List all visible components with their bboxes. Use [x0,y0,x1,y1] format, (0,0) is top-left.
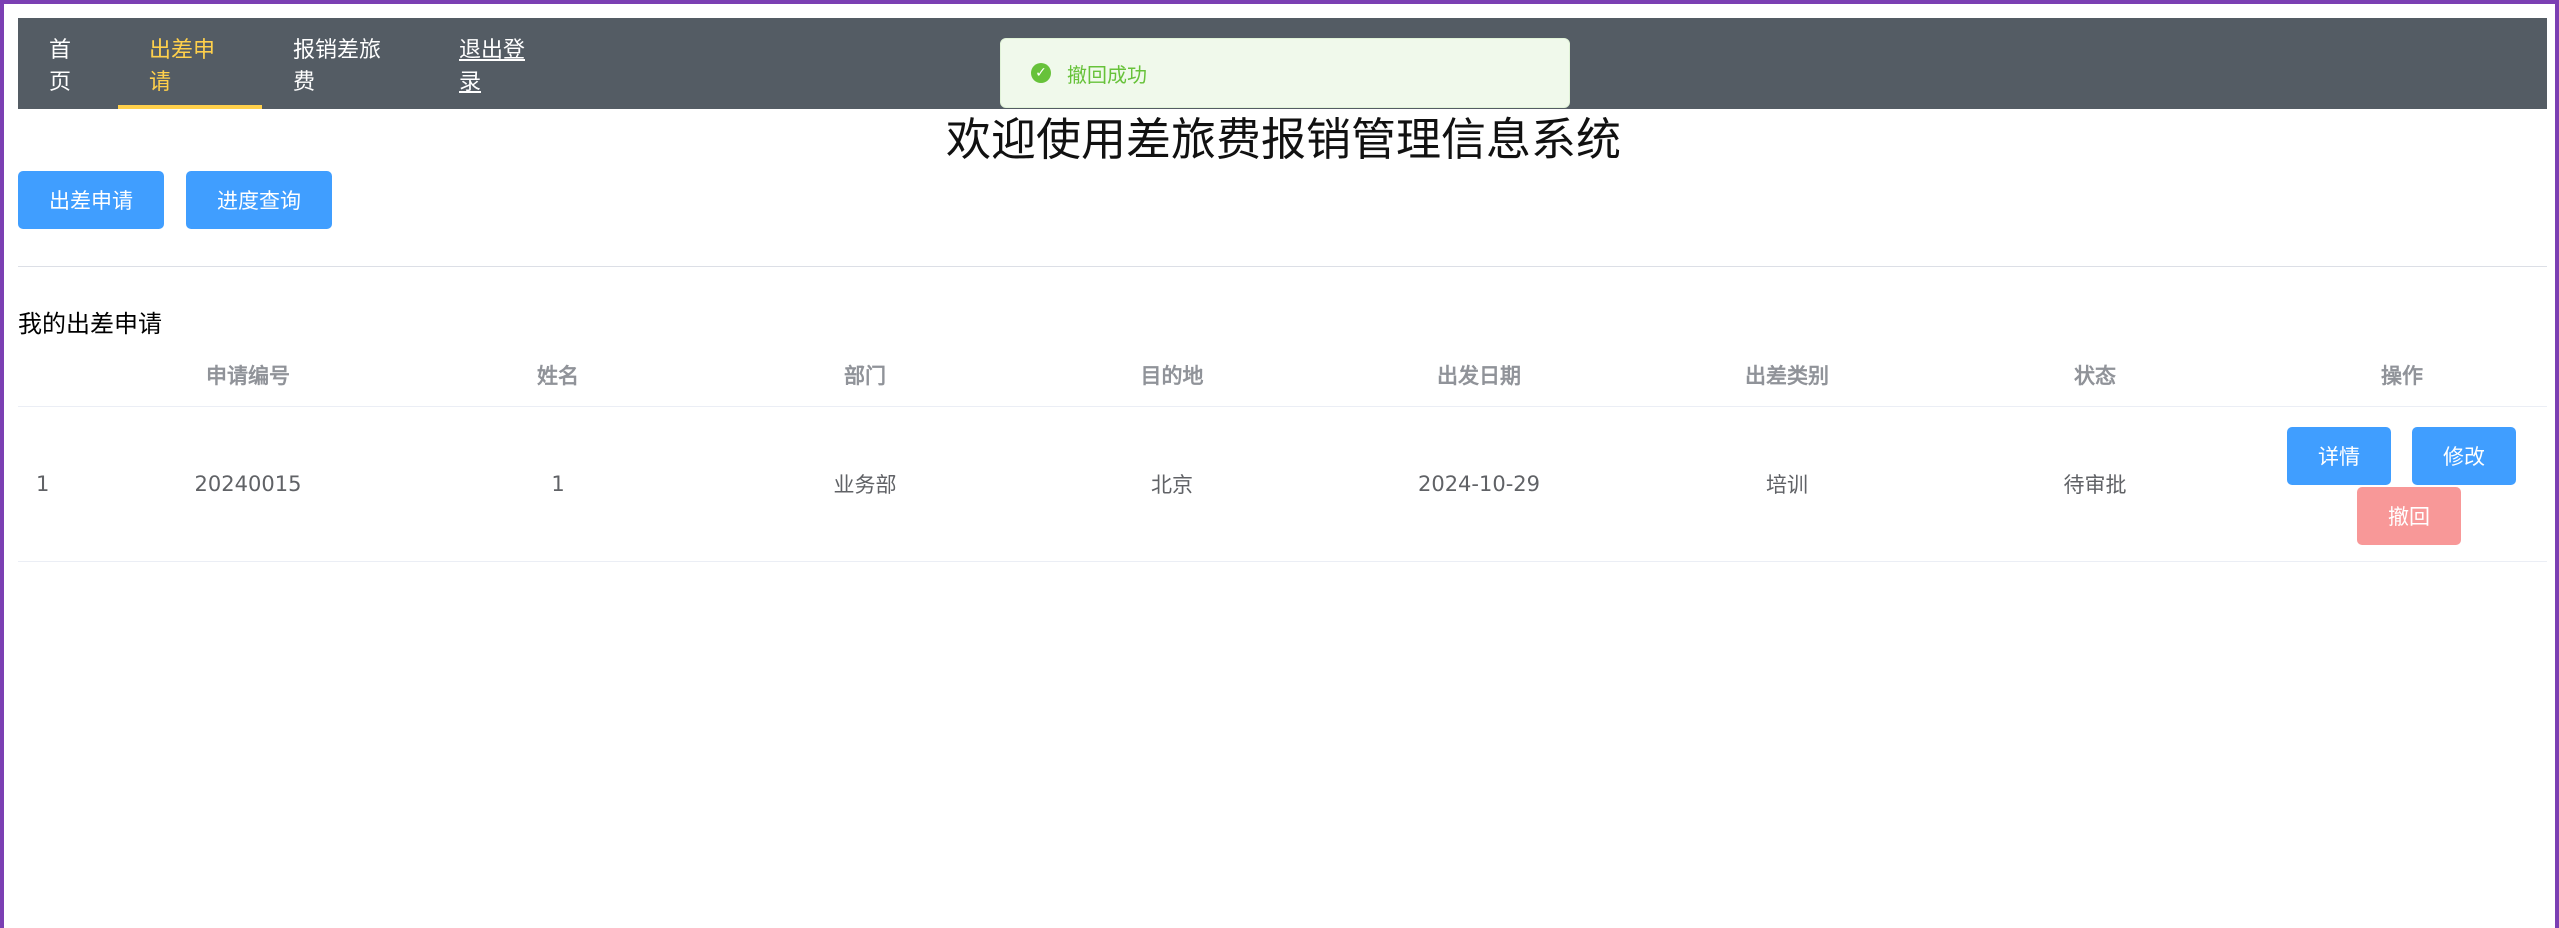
column-header-trip-category: 出差类别 [1745,364,1829,388]
progress-query-button[interactable]: 进度查询 [186,171,332,229]
column-header-departure-date: 出发日期 [1437,364,1521,388]
row-actions: 详情 修改 撤回 [2252,407,2552,561]
withdraw-button[interactable]: 撤回 [2357,487,2461,545]
applications-table: 申请编号 姓名 部门 目的地 出发日期 出差类别 状态 操作 1 2024001… [18,344,2547,562]
cell-name: 1 [551,472,565,496]
travel-application-button[interactable]: 出差申请 [18,171,164,229]
table-header-row: 申请编号 姓名 部门 目的地 出发日期 出差类别 状态 操作 [18,344,2547,407]
nav-item-travel-application-label: 出差申请 [149,37,216,95]
row-index: 1 [36,472,50,496]
column-header-actions: 操作 [2381,364,2423,388]
cell-departure-date: 2024-10-29 [1417,472,1541,496]
cell-department: 业务部 [833,473,897,497]
nav-item-logout[interactable]: 退出登录 [428,18,574,109]
nav-item-expense-reimbursement-label: 报销差旅费 [293,37,382,95]
column-header-status: 状态 [2074,364,2116,388]
cell-application-number: 20240015 [194,472,302,496]
nav-item-logout-label: 退出登录 [459,37,526,95]
cell-destination: 北京 [1151,473,1193,497]
nav-item-home[interactable]: 首页 [18,18,118,109]
section-title: 我的出差申请 [18,310,162,338]
success-toast: ✓ 撤回成功 [1000,38,1570,108]
divider [18,266,2547,267]
nav-item-home-label: 首页 [49,37,72,95]
table-row: 1 20240015 1 业务部 北京 2024-10-29 培训 待审批 详情… [18,407,2547,562]
detail-button[interactable]: 详情 [2287,427,2391,485]
page-title: 欢迎使用差旅费报销管理信息系统 [945,113,1621,166]
edit-button[interactable]: 修改 [2412,427,2516,485]
nav-item-travel-application[interactable]: 出差申请 [118,18,262,109]
toast-message: 撤回成功 [1067,62,1147,87]
nav-item-expense-reimbursement[interactable]: 报销差旅费 [262,18,428,109]
column-header-destination: 目的地 [1140,364,1204,388]
cell-status: 待审批 [2063,473,2127,497]
column-header-department: 部门 [844,364,886,388]
column-header-application-number: 申请编号 [206,364,290,388]
check-circle-icon: ✓ [1031,63,1051,83]
column-header-name: 姓名 [537,364,579,388]
cell-trip-category: 培训 [1766,473,1808,497]
